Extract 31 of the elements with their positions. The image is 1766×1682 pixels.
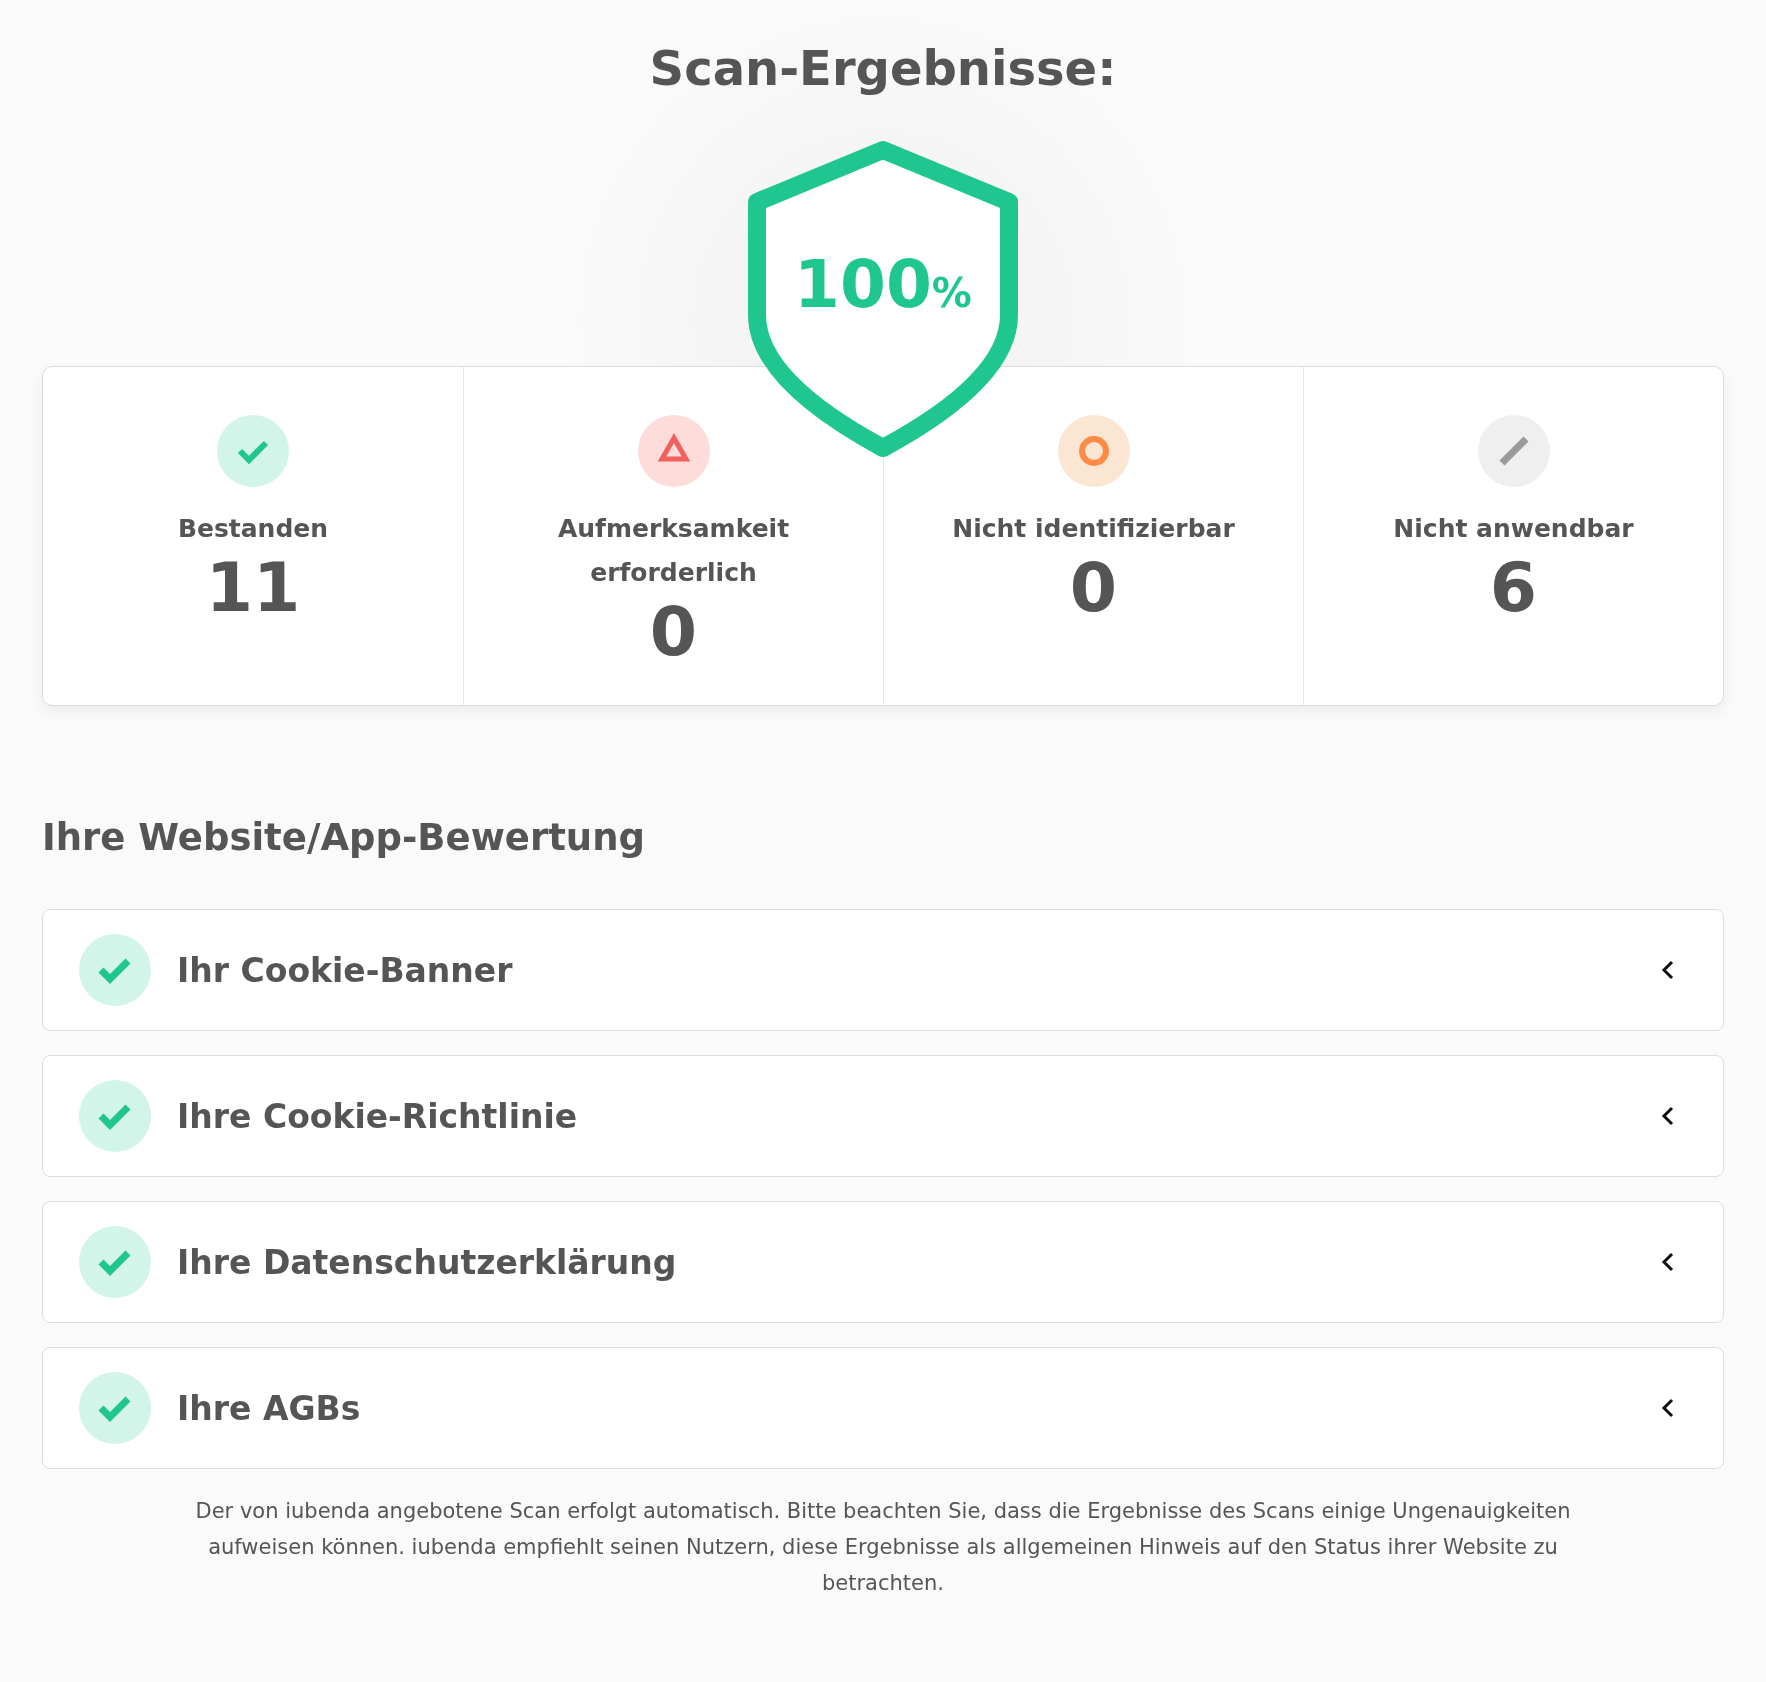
disclaimer-text: Der von iubenda angebotene Scan erfolgt automatisch. Bitte beachten Sie, dass die Ergebnisse des Scans einige Ungenauigkeiten aufweisen können. iubenda empfiehlt seinen Nutzern, diese Ergebnisse als allgemeinen Hinweis auf den Status ihrer Website zu betrachten. — [194, 1498, 1572, 1597]
chevron-icon — [1661, 960, 1675, 980]
section-title: Ihr Cookie-Banner — [177, 950, 514, 990]
chevron-icon — [1661, 1106, 1675, 1126]
section-title: Ihre Datenschutzerklärung — [177, 1242, 678, 1282]
section-title: Ihre Cookie-Richtlinie — [177, 1096, 579, 1136]
check-icon — [79, 1080, 151, 1152]
stat-count: 6 — [1489, 551, 1538, 626]
section-heading: Ihre Website/App-Bewertung — [42, 816, 646, 859]
check-icon — [79, 934, 151, 1006]
stat-label: Aufmerksamkeit erforderlich — [556, 513, 791, 589]
ring-icon — [1057, 415, 1130, 487]
stat-count: 11 — [205, 551, 301, 626]
chevron-icon — [1661, 1252, 1675, 1272]
accordion-item[interactable]: Ihre Cookie-Richtlinie — [42, 1055, 1724, 1177]
accordion-item[interactable]: Ihre Datenschutzerklärung — [42, 1201, 1724, 1323]
stat-count: 0 — [649, 595, 698, 670]
chevron-icon — [1661, 1398, 1675, 1418]
check-icon — [217, 415, 289, 487]
stat-label: Nicht anwendbar — [1393, 513, 1634, 545]
check-icon — [79, 1226, 151, 1298]
stat-label: Nicht identifizierbar — [952, 513, 1235, 545]
check-icon — [79, 1372, 151, 1444]
accordion-item[interactable]: Ihr Cookie-Banner — [42, 909, 1724, 1031]
accordion-item[interactable]: Ihre AGBs — [42, 1347, 1724, 1469]
stat-count: 0 — [1069, 551, 1118, 626]
page-title: Scan-Ergebnisse: — [649, 40, 1117, 96]
score-percentage: 100% — [793, 252, 973, 318]
slash-icon — [1477, 415, 1550, 487]
section-title: Ihre AGBs — [177, 1388, 362, 1428]
stat-label: Bestanden — [177, 513, 329, 545]
